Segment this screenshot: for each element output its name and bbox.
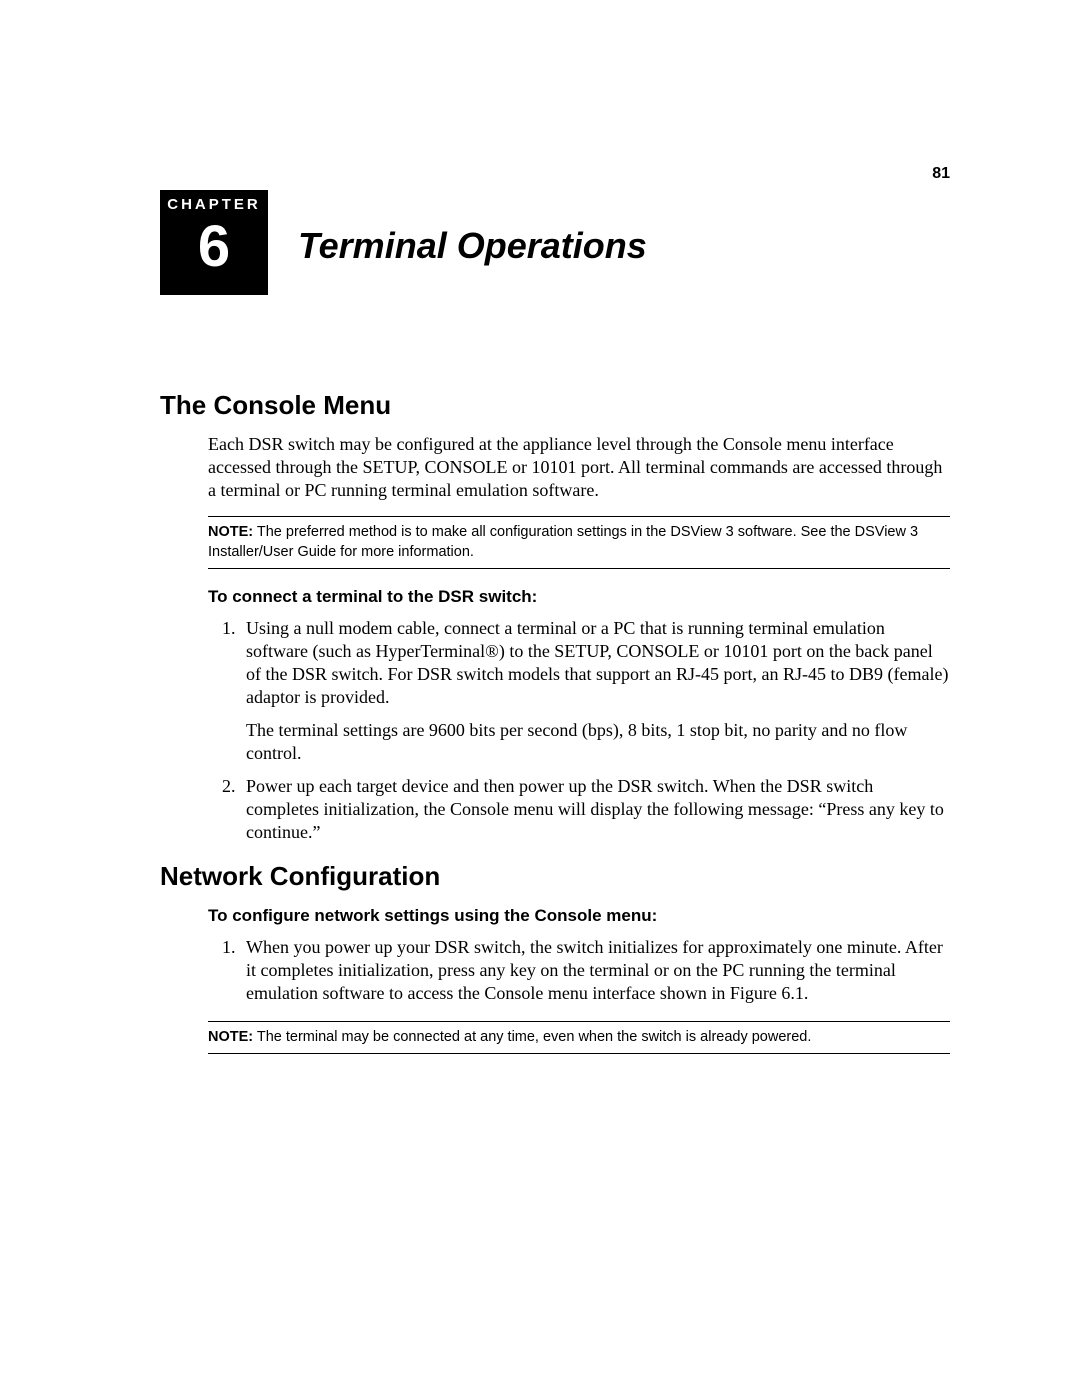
step-text: Using a null modem cable, connect a term… [246, 618, 948, 707]
chapter-header: CHAPTER 6 Terminal Operations [160, 190, 950, 295]
procedure-heading-connect-terminal: To connect a terminal to the DSR switch: [208, 587, 950, 607]
section-heading-network-configuration: Network Configuration [160, 861, 950, 892]
list-item: Using a null modem cable, connect a term… [240, 617, 950, 765]
note-text: The preferred method is to make all conf… [208, 524, 918, 560]
section-heading-console-menu: The Console Menu [160, 390, 950, 421]
page-number: 81 [932, 165, 950, 183]
note-label: NOTE: [208, 1029, 253, 1045]
note-text: The terminal may be connected at any tim… [253, 1029, 811, 1045]
list-item: Power up each target device and then pow… [240, 775, 950, 844]
list-item: When you power up your DSR switch, the s… [240, 936, 950, 1005]
note-box: NOTE: The terminal may be connected at a… [208, 1021, 950, 1055]
procedure-steps: When you power up your DSR switch, the s… [160, 936, 950, 1005]
step-subtext: The terminal settings are 9600 bits per … [246, 719, 950, 765]
procedure-heading-configure-network: To configure network settings using the … [208, 906, 950, 926]
procedure-steps: Using a null modem cable, connect a term… [160, 617, 950, 844]
chapter-title: Terminal Operations [298, 225, 647, 267]
document-page: 81 CHAPTER 6 Terminal Operations The Con… [0, 0, 1080, 1397]
note-label: NOTE: [208, 524, 253, 540]
note-box: NOTE: The preferred method is to make al… [208, 516, 950, 569]
intro-paragraph: Each DSR switch may be configured at the… [160, 433, 950, 502]
page-content: The Console Menu Each DSR switch may be … [160, 390, 950, 1054]
chapter-badge: CHAPTER 6 [160, 190, 268, 295]
chapter-label: CHAPTER [160, 196, 268, 213]
step-text: When you power up your DSR switch, the s… [246, 937, 943, 1003]
step-text: Power up each target device and then pow… [246, 776, 944, 842]
chapter-number: 6 [160, 215, 268, 279]
